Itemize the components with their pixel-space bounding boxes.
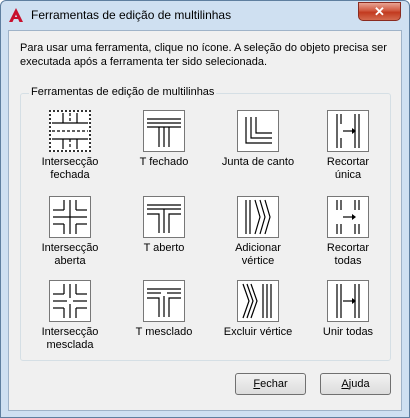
autocad-app-icon xyxy=(9,8,23,22)
corner-joint-icon xyxy=(245,117,272,144)
tool-label: Recortar única xyxy=(326,156,370,181)
tool-cut-single: Recortar única xyxy=(306,110,390,190)
merged-tee-button[interactable] xyxy=(143,280,185,322)
delete-vertex-icon xyxy=(242,283,272,319)
window-title: Ferramentas de edição de multilinhas xyxy=(31,8,232,22)
tool-weld-all: Unir todas xyxy=(306,280,390,360)
tool-label: Intersecção mesclada xyxy=(41,326,99,351)
merged-cross-button[interactable] xyxy=(49,280,91,322)
close-button[interactable]: Fechar xyxy=(235,373,306,395)
multiline-tools-group: Ferramentas de edição de multilinhas Int… xyxy=(20,86,391,361)
tool-label: Unir todas xyxy=(322,326,374,338)
tool-add-vertex: Adicionar vértice xyxy=(216,196,300,276)
cut-single-icon xyxy=(336,114,360,148)
open-cross-icon xyxy=(53,200,87,234)
add-vertex-icon xyxy=(245,199,271,235)
tool-open-cross: Intersecção aberta xyxy=(28,196,112,276)
tool-label: Intersecção fechada xyxy=(41,156,99,181)
window-close-button[interactable]: ✕ xyxy=(358,2,401,21)
tool-corner-joint: Junta de canto xyxy=(216,110,300,190)
tool-label: T mesclado xyxy=(135,326,193,338)
tool-label: Junta de canto xyxy=(221,156,295,168)
tool-closed-cross: Intersecção fechada xyxy=(28,110,112,190)
tool-label: T aberto xyxy=(143,242,185,254)
tool-label: Intersecção aberta xyxy=(41,242,99,267)
tool-delete-vertex: Excluir vértice xyxy=(216,280,300,360)
add-vertex-button[interactable] xyxy=(237,196,279,238)
tool-label: Adicionar vértice xyxy=(235,242,281,267)
group-title: Ferramentas de edição de multilinhas xyxy=(29,86,217,98)
merged-tee-icon xyxy=(147,288,181,317)
dialog-window: Ferramentas de edição de multilinhas ✕ P… xyxy=(0,0,410,418)
open-cross-button[interactable] xyxy=(49,196,91,238)
cut-all-button[interactable] xyxy=(327,196,369,238)
close-icon: ✕ xyxy=(374,4,385,19)
open-tee-icon xyxy=(147,204,181,233)
title-bar[interactable]: Ferramentas de edição de multilinhas ✕ xyxy=(1,1,409,29)
tool-label: T fechado xyxy=(139,156,189,168)
weld-all-button[interactable] xyxy=(327,280,369,322)
tool-label: Excluir vértice xyxy=(223,326,293,338)
tool-cut-all: Recortar todas xyxy=(306,196,390,276)
tool-label: Recortar todas xyxy=(326,242,370,267)
closed-tee-button[interactable] xyxy=(143,110,185,152)
tool-closed-tee: T fechado xyxy=(122,110,206,190)
delete-vertex-button[interactable] xyxy=(237,280,279,322)
help-button[interactable]: Ajuda xyxy=(320,373,391,395)
weld-all-icon xyxy=(336,284,360,318)
dialog-client-area: Para usar uma ferramenta, clique no ícon… xyxy=(8,30,402,411)
corner-joint-button[interactable] xyxy=(237,110,279,152)
tool-open-tee: T aberto xyxy=(122,196,206,276)
closed-cross-button[interactable] xyxy=(49,110,91,152)
tool-merged-tee: T mesclado xyxy=(122,280,206,360)
closed-cross-icon xyxy=(52,113,88,149)
merged-cross-icon xyxy=(53,284,87,318)
cut-all-icon xyxy=(336,200,360,234)
instructions-text: Para usar uma ferramenta, clique no ícon… xyxy=(20,42,387,68)
closed-tee-icon xyxy=(147,118,181,147)
cut-single-button[interactable] xyxy=(327,110,369,152)
open-tee-button[interactable] xyxy=(143,196,185,238)
tool-merged-cross: Intersecção mesclada xyxy=(28,280,112,360)
